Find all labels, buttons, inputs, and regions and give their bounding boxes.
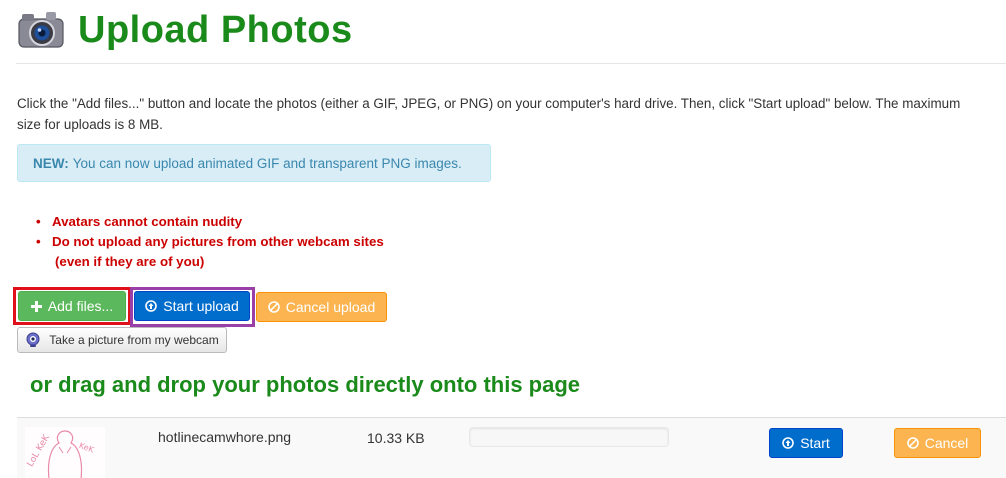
new-feature-notice: NEW: You can now upload animated GIF and… [17,144,491,182]
cancel-circle-icon [267,301,280,313]
cancel-upload-label: Cancel upload [285,299,376,315]
add-files-label: Add files... [47,298,114,314]
file-size: 10.33 KB [367,430,425,446]
instructions-line-1: Click the "Add files..." button and loca… [17,96,961,111]
file-cancel-button[interactable]: Cancel [894,428,981,458]
camera-icon [18,12,64,48]
upload-file-row: LoL KeK KeK hotlinecamwhore.png 10.33 KB… [17,417,1006,478]
bullet-icon: • [36,214,41,229]
cancel-upload-button[interactable]: Cancel upload [256,292,387,322]
upload-circle-icon [145,300,158,312]
drag-drop-heading: or drag and drop your photos directly on… [30,372,581,397]
notice-text: You can now upload animated GIF and tran… [72,155,462,171]
file-name: hotlinecamwhore.png [158,429,292,445]
file-thumbnail: LoL KeK KeK [25,427,105,478]
start-upload-label: Start upload [163,298,239,314]
page-title: Upload Photos [78,8,353,51]
start-upload-button[interactable]: Start upload [134,291,250,321]
webcam-capture-button[interactable]: Take a picture from my webcam [17,327,227,353]
title-divider [16,63,1006,64]
upload-progress-bar [469,427,669,447]
notice-label: NEW: [33,155,69,171]
file-cancel-label: Cancel [924,435,969,451]
webcam-icon [26,332,40,347]
instructions-line-2: size for uploads is 8 MB. [17,117,163,132]
rule-text: Avatars cannot contain nudity [52,214,243,229]
file-start-button[interactable]: Start [769,428,843,458]
webcam-capture-label: Take a picture from my webcam [49,333,219,347]
upload-instructions: Click the "Add files..." button and loca… [17,93,1006,135]
rule-text: Do not upload any pictures from other we… [52,234,384,249]
page-header: Upload Photos [16,4,353,56]
upload-rules-list: • Avatars cannot contain nudity • Do not… [36,212,384,272]
file-start-label: Start [800,435,830,451]
rule-item: • Avatars cannot contain nudity [36,212,384,232]
svg-text:KeK: KeK [78,441,96,455]
cancel-circle-icon [906,437,919,449]
plus-icon [30,300,42,312]
upload-circle-icon [782,437,795,449]
bullet-icon: • [36,234,41,249]
rule-continuation: (even if they are of you) [55,254,205,269]
thumbnail-image: LoL KeK KeK [26,430,96,478]
add-files-button[interactable]: Add files... [18,291,126,321]
rule-item: • Do not upload any pictures from other … [36,232,384,252]
